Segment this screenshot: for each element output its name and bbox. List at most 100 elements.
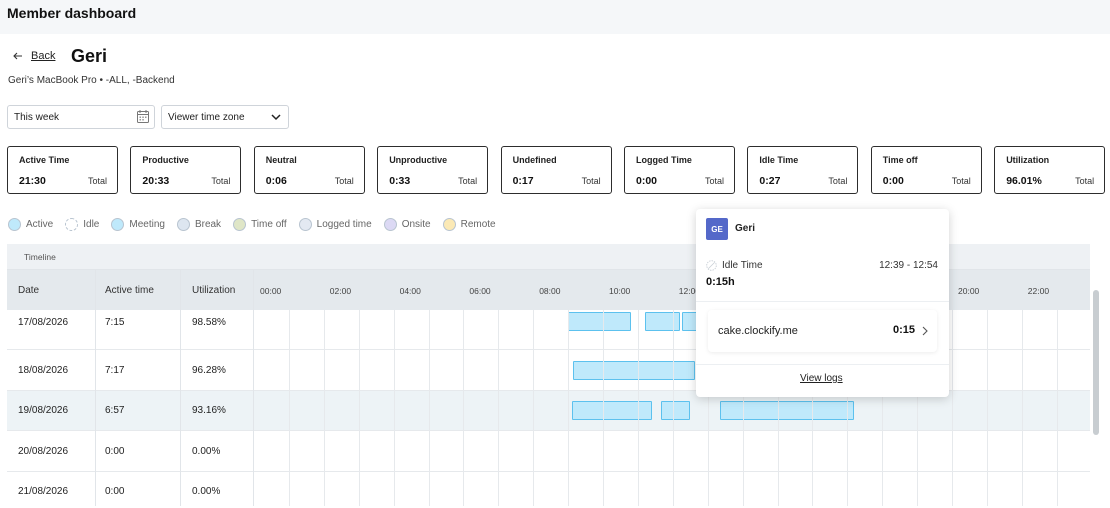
stat-total-label: Total [211, 176, 231, 186]
legend-item: Idle [65, 218, 99, 231]
grid-line [463, 310, 465, 506]
stat-label: Undefined [512, 155, 557, 165]
row-utilization: 96.28% [192, 364, 226, 376]
avatar: GE [706, 218, 728, 240]
column-header-date: Date [18, 285, 40, 296]
column-header-utilization: Utilization [192, 285, 236, 296]
column-divider [180, 270, 181, 506]
row-active-time: 7:17 [105, 364, 125, 376]
stat-card: Time off 0:00 Total [870, 146, 982, 194]
row-date: 20/08/2026 [18, 445, 69, 457]
hour-label: 20:00 [958, 286, 980, 296]
legend-item: Active [8, 218, 53, 231]
row-date: 19/08/2026 [18, 405, 69, 416]
popup-status: Idle Time [722, 260, 763, 271]
timeline-title: Timeline [24, 252, 56, 262]
stat-value: 0:06 [265, 175, 287, 187]
stat-value: 21:30 [19, 175, 46, 187]
stat-label: Productive [142, 155, 189, 165]
stat-total-label: Total [581, 176, 601, 186]
legend-label: Remote [460, 219, 496, 230]
legend-label: Active [26, 219, 54, 230]
stat-value: 0:27 [759, 175, 781, 187]
site-entry[interactable]: cake.clockify.me 0:15 [708, 310, 937, 352]
legend-swatch [442, 218, 456, 231]
stat-card: Neutral 0:06 Total [253, 146, 365, 194]
legend-swatch [298, 218, 312, 231]
stat-total-label: Total [951, 176, 971, 186]
activity-bar[interactable] [573, 360, 696, 380]
stat-card: Idle Time 0:27 Total [747, 146, 859, 194]
legend-swatch [383, 218, 397, 231]
grid-line [533, 310, 535, 506]
stat-card: Active Time 21:30 Total [7, 146, 118, 194]
hour-label: 02:00 [329, 286, 352, 296]
chevron-down-icon [271, 114, 281, 121]
row-date: 17/08/2026 [18, 317, 69, 328]
row-active-time: 0:00 [105, 445, 125, 457]
stat-label: Neutral [265, 155, 297, 165]
activity-bar[interactable] [660, 401, 691, 420]
legend-swatch [233, 218, 247, 231]
table-row[interactable]: 20/08/2026 0:00 0.00% [7, 432, 1090, 472]
popup-duration: 0:15h [706, 276, 735, 288]
table-row[interactable]: 21/08/2026 0:00 0.00% [7, 472, 1090, 506]
stat-label: Utilization [1006, 155, 1050, 165]
stat-value: 0:00 [882, 175, 904, 187]
device-info: Geri’s MacBook Pro • -ALL, -Backend [8, 75, 175, 86]
stat-total-label: Total [87, 176, 107, 186]
date-range-picker[interactable]: This week [7, 105, 155, 129]
row-utilization: 0.00% [192, 486, 221, 497]
legend-label: Onsite [401, 219, 431, 230]
popup-time-range: 12:39 - 12:54 [879, 260, 938, 271]
row-utilization: 98.58% [192, 317, 226, 328]
grid-line [1056, 310, 1058, 506]
column-header-active-time: Active time [105, 285, 154, 296]
activity-bar[interactable] [568, 312, 631, 331]
legend-item: Logged time [298, 218, 372, 231]
hour-label: 22:00 [1027, 286, 1050, 296]
legend-label: Logged time [316, 219, 372, 230]
activity-bar[interactable] [719, 401, 855, 420]
grid-line [358, 310, 360, 506]
row-date: 21/08/2026 [18, 486, 69, 497]
top-bar: Member dashboard [0, 0, 1110, 34]
grid-line [428, 310, 430, 506]
legend-item: Time off [233, 218, 287, 231]
timezone-value: Viewer time zone [168, 112, 245, 123]
stat-label: Idle Time [759, 155, 799, 165]
stat-card: Undefined 0:17 Total [500, 146, 612, 194]
grid-line [1021, 310, 1023, 506]
stat-card: Productive 20:33 Total [130, 146, 242, 194]
back-button[interactable]: Back [13, 50, 55, 62]
stat-card: Unproductive 0:33 Total [377, 146, 489, 194]
grid-line [986, 310, 988, 506]
timezone-select[interactable]: Viewer time zone [161, 105, 289, 129]
stat-total-label: Total [1075, 176, 1095, 186]
stat-label: Unproductive [389, 155, 448, 165]
legend-item: Onsite [383, 218, 431, 231]
row-utilization: 0.00% [192, 445, 221, 457]
table-row[interactable]: 19/08/2026 6:57 93.16% [7, 391, 1090, 431]
legend-label: Time off [251, 219, 287, 230]
vertical-scrollbar[interactable] [1093, 290, 1099, 435]
grid-line [568, 310, 570, 506]
legend-swatch [8, 218, 21, 231]
legend-item: Remote [442, 218, 496, 231]
legend-swatch [65, 218, 79, 231]
site-duration: 0:15 [892, 324, 915, 336]
stat-label: Logged Time [636, 155, 692, 165]
legend-label: Break [194, 219, 222, 230]
view-logs-link[interactable]: View logs [800, 373, 843, 384]
grid-line [603, 310, 604, 506]
legend: Active Idle Meeting Break Time off Logged tim… [8, 218, 496, 231]
column-divider [95, 270, 96, 506]
hour-label: 00:00 [260, 286, 282, 296]
stat-value: 0:00 [636, 175, 658, 187]
stat-value: 0:33 [389, 175, 411, 187]
activity-bar[interactable] [644, 312, 680, 331]
page-title: Member dashboard [7, 5, 137, 21]
activity-bar[interactable] [571, 401, 652, 420]
column-divider [253, 270, 254, 506]
arrow-left-icon [13, 52, 22, 60]
